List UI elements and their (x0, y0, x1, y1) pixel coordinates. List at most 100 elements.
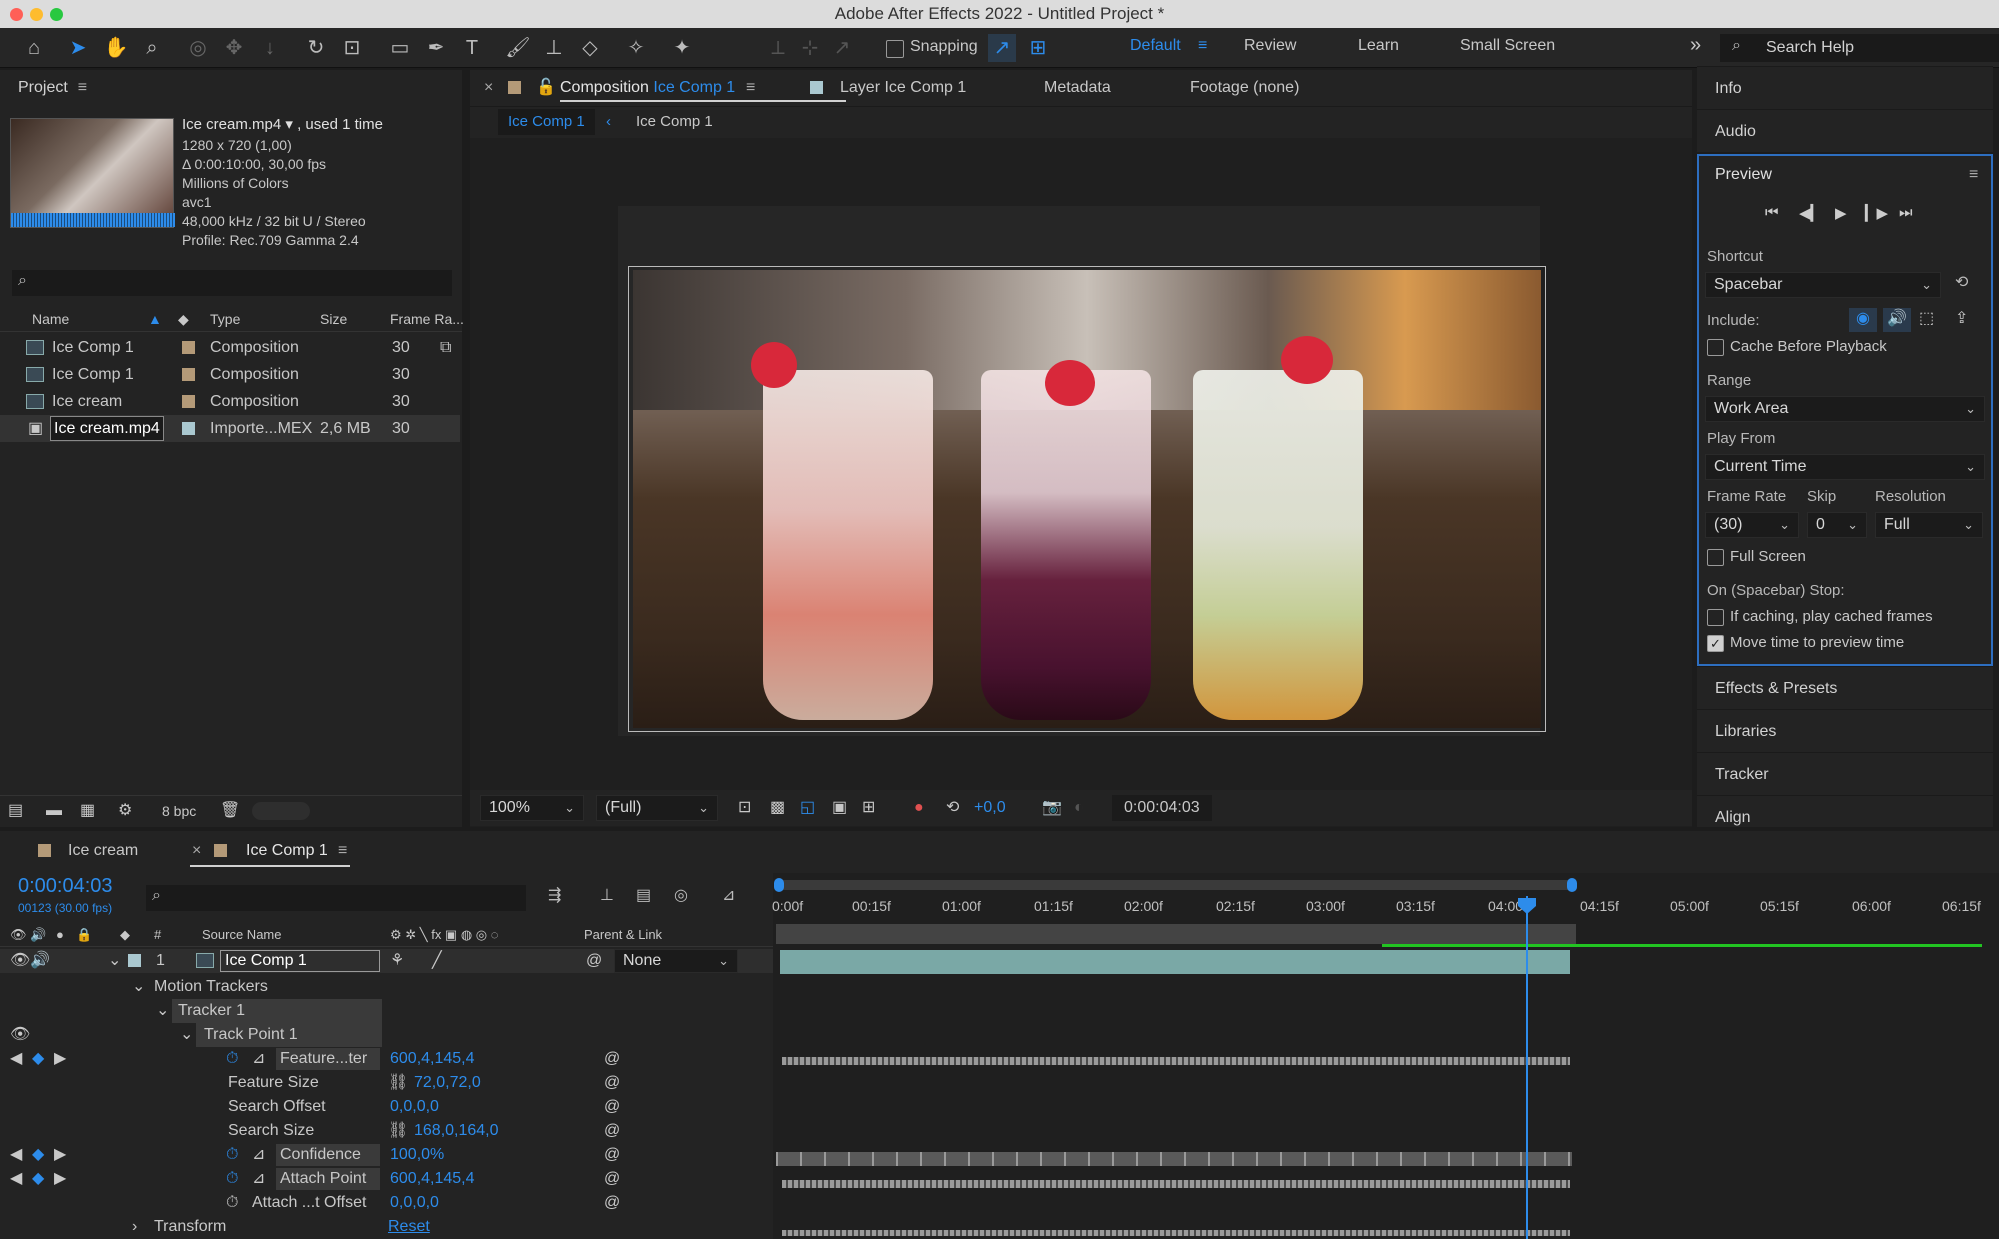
pen-tool-icon[interactable]: ✒ (422, 34, 450, 62)
add-keyframe-icon[interactable]: ◆ (32, 1143, 44, 1167)
rotation-tool-icon[interactable]: ↻ (302, 34, 330, 62)
next-keyframe-icon[interactable]: ▶ (54, 1167, 66, 1191)
stopwatch-icon[interactable]: ⏱ (226, 1167, 238, 1191)
video-toggle-icon[interactable]: 👁 (10, 923, 27, 947)
attach-point-value[interactable]: 600,4,145,4 (390, 1167, 475, 1191)
draft-3d-icon[interactable]: ⊥ (600, 885, 614, 905)
switches-icons[interactable]: ⚙ ✲ ╲ fx ▣ ◍ ◎ ◌ (390, 923, 498, 947)
track-point-1-label[interactable]: Track Point 1 (196, 1023, 382, 1047)
lock-icon[interactable]: 🔓 (536, 70, 556, 106)
stopwatch-icon[interactable]: ⏱ (226, 1047, 238, 1071)
if-caching-option[interactable]: If caching, play cached frames (1707, 608, 1933, 626)
align-icon[interactable]: ⟂ (764, 34, 792, 62)
timeline-search-input[interactable]: ⌕ (146, 885, 526, 911)
column-frame-rate[interactable]: Frame Ra... (390, 306, 464, 332)
interpret-footage-icon[interactable]: ▤ (8, 796, 23, 826)
project-item-selected[interactable]: ▣ Ice cream.mp4 Importe...MEX 2,6 MB 30 (0, 415, 460, 442)
align-header[interactable]: Align (1697, 795, 1993, 827)
property-row[interactable]: Search Size ⛓ 168,0,164,0 @ (0, 1119, 775, 1143)
shortcut-dropdown[interactable]: Spacebar ⌄ (1705, 272, 1941, 298)
full-screen-option[interactable]: Full Screen (1707, 548, 1806, 566)
property-group-row[interactable]: ⌄ Tracker 1 (0, 999, 775, 1023)
expand-chevron-icon[interactable]: ⌄ (108, 949, 121, 973)
include-output-icon[interactable]: ⇪ (1955, 308, 1968, 328)
info-panel-header[interactable]: Info (1697, 66, 1993, 109)
include-audio-icon[interactable]: 🔊 (1883, 308, 1911, 332)
property-row[interactable]: ◀ ◆ ▶ ⏱ ⊿ Feature...ter 600,4,145,4 @ (0, 1047, 775, 1071)
pick-whip-icon[interactable]: @ (604, 1119, 620, 1143)
tab-ice-cream[interactable]: Ice cream (68, 831, 138, 871)
panel-menu-icon[interactable]: ≡ (78, 70, 87, 106)
graph-icon[interactable]: ⊿ (252, 1143, 265, 1167)
anchor-point-tool-icon[interactable]: ⊡ (338, 34, 366, 62)
project-search-input[interactable]: ⌕ (12, 270, 452, 296)
video-frame[interactable] (633, 270, 1541, 728)
project-panel-title[interactable]: Project (18, 79, 68, 96)
next-keyframe-icon[interactable]: ▶ (54, 1143, 66, 1167)
previous-keyframe-icon[interactable]: ◀ (10, 1143, 22, 1167)
feature-center-label[interactable]: Feature...ter (276, 1048, 380, 1070)
previous-frame-icon[interactable]: ◀︎▎ (1799, 204, 1822, 222)
motion-trackers-label[interactable]: Motion Trackers (154, 975, 268, 999)
stopwatch-icon[interactable]: ⏱ (226, 1143, 238, 1167)
first-frame-icon[interactable]: ⏮ (1765, 204, 1779, 221)
transparency-grid-icon[interactable]: ▩ (770, 790, 785, 826)
navigator-end-handle[interactable] (1567, 878, 1577, 892)
add-keyframe-icon[interactable]: ◆ (32, 1047, 44, 1071)
graph-icon[interactable]: ⊿ (252, 1047, 265, 1071)
tab-metadata[interactable]: Metadata (1044, 70, 1111, 106)
property-row[interactable]: Feature Size ⛓ 72,0,72,0 @ (0, 1071, 775, 1095)
project-item[interactable]: Ice Comp 1 Composition 30 ⧉ (0, 334, 460, 361)
tracker-header[interactable]: Tracker (1697, 752, 1993, 795)
motion-blur-icon[interactable]: ◎ (674, 885, 688, 905)
cache-before-playback[interactable]: Cache Before Playback (1707, 338, 1887, 356)
more-workspaces-icon[interactable]: » (1690, 34, 1701, 57)
project-item[interactable]: Ice Comp 1 Composition 30 (0, 361, 460, 388)
collapse-transform-icon[interactable]: ⚘ (390, 949, 404, 973)
close-tab-icon[interactable]: × (484, 70, 493, 106)
current-timecode[interactable]: 0:00:04:03 (18, 875, 113, 898)
brush-tool-icon[interactable]: 🖌 (504, 34, 532, 62)
include-overlays-icon[interactable]: ⬚ (1919, 308, 1934, 328)
transform-label[interactable]: Transform (154, 1215, 226, 1239)
expand-chevron-icon[interactable]: › (132, 1215, 137, 1239)
zoom-tool-icon[interactable]: ⌕ (138, 34, 166, 62)
workspace-small-screen[interactable]: Small Screen (1460, 37, 1555, 55)
breadcrumb-active[interactable]: Ice Comp 1 (498, 109, 595, 135)
roto-brush-icon[interactable]: ✧ (622, 34, 650, 62)
effects-presets-header[interactable]: Effects & Presets (1697, 666, 1993, 709)
snap-edge-icon[interactable]: ↗ (988, 34, 1016, 62)
region-of-interest-icon[interactable]: ▣ (832, 790, 847, 826)
comp-mini-flowchart-icon[interactable]: ⇶ (548, 885, 561, 905)
property-row[interactable]: ◀ ◆ ▶ ⏱ ⊿ Attach Point 600,4,145,4 @ (0, 1167, 775, 1191)
property-row[interactable]: ⏱ Attach ...t Offset 0,0,0,0 @ (0, 1191, 775, 1215)
feature-center-keyframes[interactable] (782, 1057, 1570, 1065)
include-video-icon[interactable]: ◉ (1849, 308, 1877, 332)
project-settings-icon[interactable]: ⚙ (118, 796, 132, 826)
home-icon[interactable]: ⌂ (20, 34, 48, 62)
trash-icon[interactable]: 🗑 (220, 796, 240, 826)
tab-footage[interactable]: Footage (none) (1190, 70, 1299, 106)
footage-name[interactable]: Ice cream.mp4 ▾ , used 1 time (182, 114, 383, 136)
fast-previews-icon[interactable]: ⊡ (738, 790, 751, 826)
constrain-proportions-icon[interactable]: ⛓ (388, 1119, 408, 1143)
expand-chevron-icon[interactable]: ⌄ (156, 999, 169, 1023)
pick-whip-icon[interactable]: @ (604, 1191, 620, 1215)
label-swatch[interactable] (182, 334, 195, 361)
pick-whip-icon[interactable]: @ (604, 1167, 620, 1191)
stopwatch-icon[interactable]: ⏱ (226, 1191, 238, 1215)
range-dropdown[interactable]: Work Area ⌄ (1705, 396, 1985, 422)
exposure-value[interactable]: +0,0 (974, 790, 1006, 826)
parent-dropdown[interactable]: None ⌄ (614, 949, 738, 973)
add-keyframe-icon[interactable]: ◆ (32, 1167, 44, 1191)
navigator-start-handle[interactable] (774, 878, 784, 892)
new-folder-icon[interactable]: ▬ (46, 796, 62, 826)
column-name[interactable]: Name (32, 306, 69, 332)
move-time-option[interactable]: ✓ Move time to preview time (1707, 634, 1904, 652)
expand-chevron-icon[interactable]: ⌄ (132, 975, 145, 999)
panel-menu-icon[interactable]: ≡ (746, 70, 755, 106)
reset-shortcut-icon[interactable]: ⟲ (1955, 272, 1968, 292)
property-group-row[interactable]: › Transform Reset (0, 1215, 775, 1239)
eraser-tool-icon[interactable]: ◇ (576, 34, 604, 62)
world-axis-icon[interactable]: ↗ (828, 34, 856, 62)
